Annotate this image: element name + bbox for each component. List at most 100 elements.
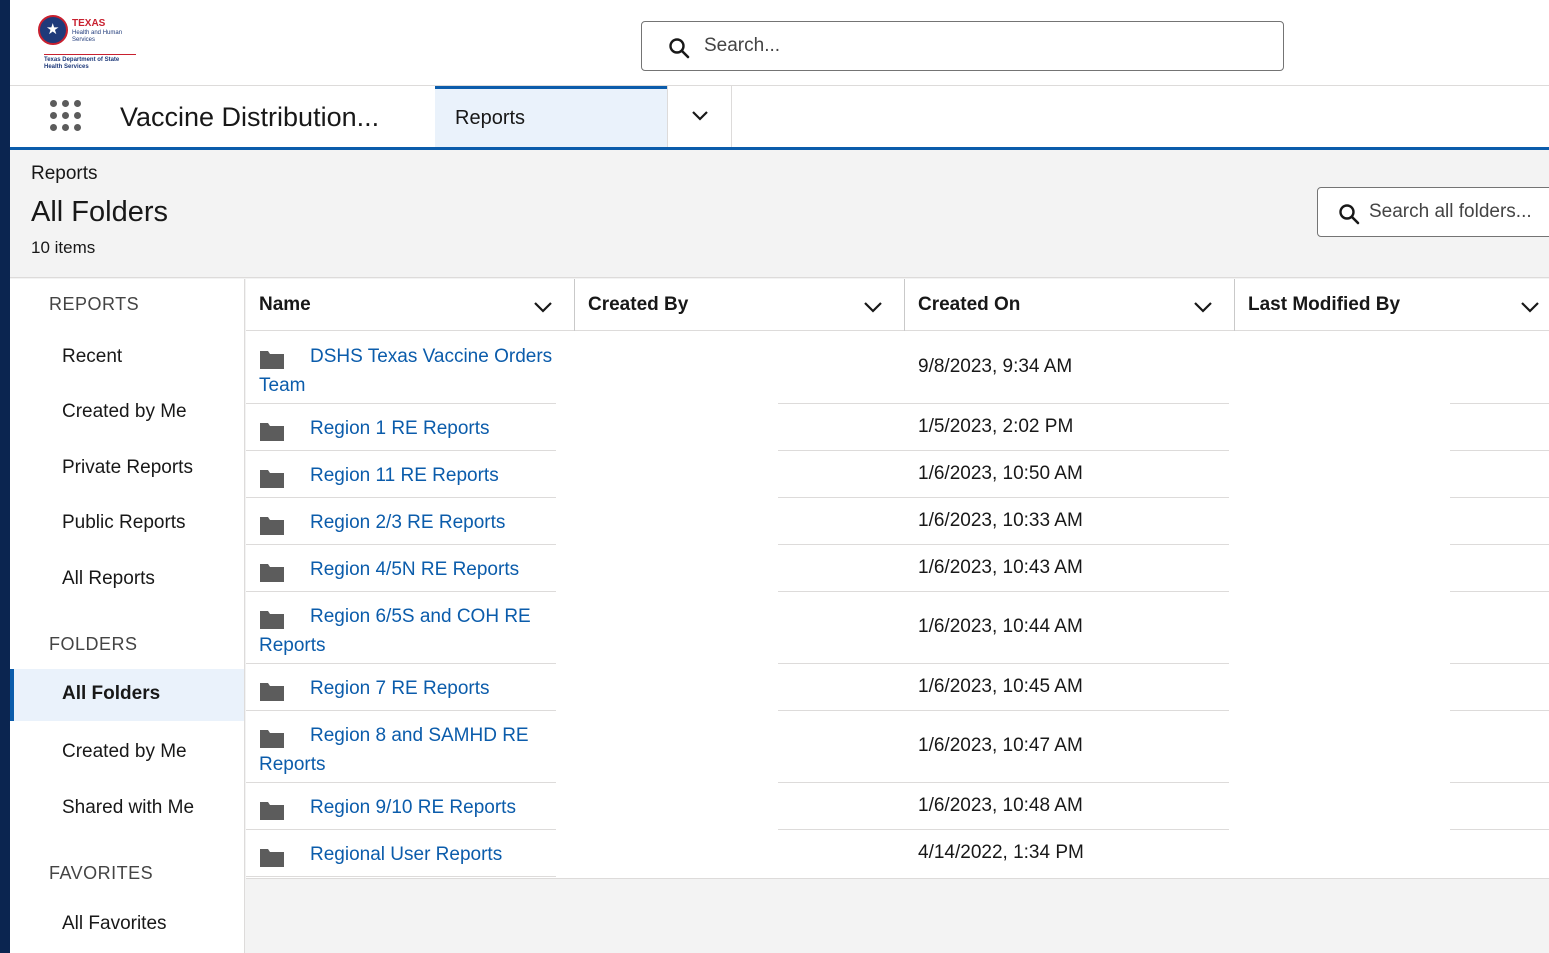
sidebar-item-shared-with-me[interactable]: Shared with Me <box>10 783 244 835</box>
folder-name-link[interactable]: Region 9/10 RE Reports <box>259 793 559 822</box>
folder-search-input[interactable]: Search all folders... <box>1317 187 1549 237</box>
table-row[interactable]: Region 6/5S and COH RE Reports 1/6/2023, … <box>246 592 1549 664</box>
name-cell: Region 11 RE Reports <box>246 451 556 498</box>
name-cell: Region 6/5S and COH RE Reports <box>246 592 556 664</box>
app-nav-bar: Vaccine Distribution... Reports <box>10 86 1549 150</box>
name-cell: Region 7 RE Reports <box>246 664 556 711</box>
sidebar-item-reports-created-by-me[interactable]: Created by Me <box>10 387 244 439</box>
name-cell: Regional User Reports <box>246 830 556 877</box>
column-label: Name <box>259 294 311 315</box>
chevron-down-icon[interactable] <box>1193 300 1213 314</box>
sidebar-item-folders-created-by-me[interactable]: Created by Me <box>10 727 244 779</box>
table-row[interactable]: Region 2/3 RE Reports 1/6/2023, 10:33 AM <box>246 498 1549 545</box>
chevron-down-icon <box>692 111 708 121</box>
tab-reports-label: Reports <box>455 107 526 129</box>
column-header-created-by[interactable]: Created By <box>575 279 905 331</box>
logo-subtitle: Health and Human Services <box>72 30 123 43</box>
sidebar-item-private-reports[interactable]: Private Reports <box>10 443 244 495</box>
folder-sidebar: REPORTS Recent Created by Me Private Rep… <box>10 279 245 953</box>
name-cell: Region 1 RE Reports <box>246 404 556 451</box>
folder-name-link[interactable]: Region 4/5N RE Reports <box>259 555 559 584</box>
sidebar-item-label: Shared with Me <box>62 797 195 818</box>
sidebar-item-label: Created by Me <box>62 741 187 762</box>
waffle-icon[interactable] <box>48 98 84 134</box>
app-name: Vaccine Distribution... <box>120 102 380 132</box>
sidebar-item-label: Private Reports <box>62 457 193 478</box>
created-on-cell: 1/6/2023, 10:45 AM <box>918 676 1083 697</box>
chevron-down-icon[interactable] <box>863 300 883 314</box>
tab-overflow-menu[interactable] <box>667 86 732 147</box>
folder-name-link[interactable]: Region 8 and SAMHD RE Reports <box>259 721 559 779</box>
table-row[interactable]: Region 8 and SAMHD RE Reports 1/6/2023, 1… <box>246 711 1549 783</box>
sidebar-item-label: Created by Me <box>62 401 187 422</box>
texas-seal-icon <box>38 15 68 45</box>
folder-name-link[interactable]: Region 1 RE Reports <box>259 414 559 443</box>
folder-name-link[interactable]: DSHS Texas Vaccine Orders Team <box>259 342 559 400</box>
sidebar-item-public-reports[interactable]: Public Reports <box>10 498 244 550</box>
created-on-cell: 1/6/2023, 10:47 AM <box>918 735 1083 756</box>
sidebar-item-label: Recent <box>62 346 123 367</box>
name-cell: Region 8 and SAMHD RE Reports <box>246 711 556 783</box>
table-row[interactable]: Region 7 RE Reports 1/6/2023, 10:45 AM <box>246 664 1549 711</box>
sidebar-item-label: All Reports <box>62 568 155 589</box>
sidebar-item-all-favorites[interactable]: All Favorites <box>10 899 244 951</box>
column-header-last-modified-by[interactable]: Last Modified By <box>1235 279 1549 331</box>
column-header-name[interactable]: Name <box>246 279 575 331</box>
created-on-cell: 1/6/2023, 10:50 AM <box>918 463 1083 484</box>
folder-name-link[interactable]: Region 7 RE Reports <box>259 674 559 703</box>
logo-title: TEXAS <box>72 18 106 29</box>
item-count: 10 items <box>31 238 96 257</box>
sidebar-item-all-folders[interactable]: All Folders <box>10 669 244 721</box>
folder-name-link[interactable]: Region 2/3 RE Reports <box>259 508 559 537</box>
folders-table: Name Created By Created On Last Modified… <box>246 279 1549 879</box>
page-header: Reports All Folders 10 items Search all … <box>10 150 1549 278</box>
table-row[interactable]: DSHS Texas Vaccine Orders Team 9/8/2023, … <box>246 332 1549 404</box>
table-row[interactable]: Region 1 RE Reports 1/5/2023, 2:02 PM <box>246 404 1549 451</box>
breadcrumb[interactable]: Reports <box>31 163 98 185</box>
name-cell: Region 9/10 RE Reports <box>246 783 556 830</box>
created-on-cell: 1/6/2023, 10:33 AM <box>918 510 1083 531</box>
table-row[interactable]: Region 4/5N RE Reports 1/6/2023, 10:43 AM <box>246 545 1549 592</box>
created-on-cell: 1/6/2023, 10:48 AM <box>918 795 1083 816</box>
logo-divider <box>44 54 136 55</box>
logo-department: Texas Department of State Health Service… <box>44 57 120 70</box>
table-row[interactable]: Region 9/10 RE Reports 1/6/2023, 10:48 AM <box>246 783 1549 830</box>
name-cell: Region 2/3 RE Reports <box>246 498 556 545</box>
folder-name-link[interactable]: Regional User Reports <box>259 840 559 869</box>
name-cell: DSHS Texas Vaccine Orders Team <box>246 332 556 404</box>
section-heading-reports: REPORTS <box>49 294 140 314</box>
column-label: Created On <box>918 294 1021 315</box>
created-on-cell: 4/14/2022, 1:34 PM <box>918 842 1084 863</box>
sidebar-item-recent[interactable]: Recent <box>10 332 244 384</box>
tab-reports[interactable]: Reports <box>435 86 667 147</box>
sidebar-item-label: Public Reports <box>62 512 186 533</box>
search-icon <box>1339 204 1360 225</box>
global-search-input[interactable]: Search... <box>641 21 1284 71</box>
created-on-cell: 9/8/2023, 9:34 AM <box>918 356 1073 377</box>
created-on-cell: 1/6/2023, 10:43 AM <box>918 557 1083 578</box>
sidebar-item-label: All Favorites <box>62 913 167 934</box>
created-on-cell: 1/5/2023, 2:02 PM <box>918 416 1074 437</box>
search-icon <box>669 38 690 59</box>
global-search-placeholder: Search... <box>704 35 781 56</box>
sidebar-item-label: All Folders <box>62 683 161 704</box>
folder-name-link[interactable]: Region 6/5S and COH RE Reports <box>259 602 559 660</box>
table-row[interactable]: Region 11 RE Reports 1/6/2023, 10:50 AM <box>246 451 1549 498</box>
section-heading-favorites: FAVORITES <box>49 863 154 883</box>
folder-search-placeholder: Search all folders... <box>1369 201 1532 222</box>
column-label: Created By <box>588 294 689 315</box>
page-title: All Folders <box>31 196 168 228</box>
chevron-down-icon[interactable] <box>533 300 553 314</box>
column-label: Last Modified By <box>1248 294 1401 315</box>
created-on-cell: 1/6/2023, 10:44 AM <box>918 616 1083 637</box>
global-header: TEXAS Health and Human Services Texas De… <box>10 0 1549 86</box>
chevron-down-icon[interactable] <box>1520 300 1540 314</box>
table-row[interactable]: Regional User Reports 4/14/2022, 1:34 PM <box>246 830 1549 877</box>
column-header-created-on[interactable]: Created On <box>905 279 1235 331</box>
app-window: TEXAS Health and Human Services Texas De… <box>10 0 1549 953</box>
sidebar-item-all-reports[interactable]: All Reports <box>10 554 244 606</box>
section-heading-folders: FOLDERS <box>49 634 138 654</box>
folder-name-link[interactable]: Region 11 RE Reports <box>259 461 559 490</box>
texas-hhs-logo[interactable]: TEXAS Health and Human Services Texas De… <box>36 12 146 76</box>
table-header: Name Created By Created On Last Modified… <box>246 279 1549 331</box>
